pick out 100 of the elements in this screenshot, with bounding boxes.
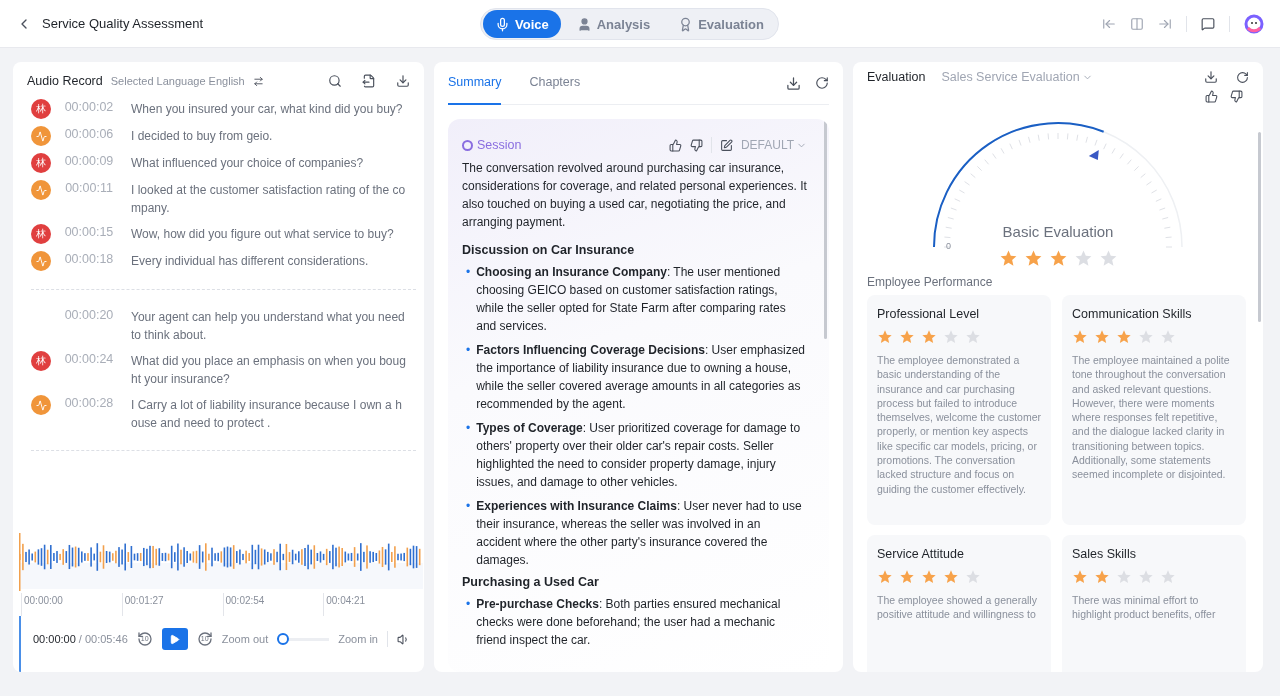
bullet-marker: •: [466, 596, 471, 613]
card-title: Communication Skills: [1072, 307, 1193, 321]
gauge-zero-label: 0: [946, 241, 951, 251]
session-label: Session: [462, 138, 522, 152]
summary-bullet: Types of Coverage: User prioritized coverage for damage to others' property over their older car's repair costs. Seller highlighted the need to consider property damage, injury issues, and damage to other vehicles.: [476, 420, 802, 491]
summary-tab[interactable]: Chapters: [529, 62, 581, 105]
mode-tab[interactable]: Voice: [483, 10, 561, 38]
star-icon: [1094, 329, 1110, 345]
edit-button[interactable]: [719, 138, 733, 152]
star-icon: [943, 569, 959, 585]
refresh-button[interactable]: [1236, 70, 1249, 84]
transcript-text: Wow, how did you figure out what service to buy?: [131, 226, 395, 243]
star-icon: [1073, 249, 1093, 268]
timeline-label: 00:02:54: [222, 593, 324, 616]
pulse-avatar-icon: [31, 251, 51, 271]
refresh-button[interactable]: [815, 76, 829, 90]
search-button[interactable]: [328, 74, 342, 88]
summary-tab[interactable]: Summary: [448, 62, 502, 105]
card-title: Professional Level: [877, 307, 981, 321]
thumbs-down-button[interactable]: [1230, 90, 1243, 103]
star-icon: [877, 329, 893, 345]
timeline-label: 00:00:00: [21, 593, 122, 616]
play-icon: [169, 633, 181, 645]
person-icon: [576, 16, 592, 32]
timestamp: 00:00:20: [63, 308, 115, 322]
microphone-icon: [495, 16, 510, 32]
message-icon[interactable]: [1201, 16, 1215, 31]
transcript-text: Your agent can help you understand what you need to think about.: [131, 309, 406, 344]
transcript-text: What did you place an emphasis on when you bought your insurance?: [131, 353, 407, 388]
summary-bullet: Factors Influencing Coverage Decisions: User emphasized the importance of liability insurance due to owning a house, while the seller covered average amounts in all categories as recommended by the agent.: [476, 342, 806, 413]
transcript-text: Every individual has different considerations.: [131, 253, 370, 270]
card-text: The employee maintained a polite tone throughout the conversation and asked relevant questions. However, there were moments where responses felt repetitive, and the dialogue lacked clarity in transitioning between topics. Additionally, some statements seemed incomplete or disjointed.: [1072, 353, 1231, 482]
bullet-marker: •: [466, 498, 471, 515]
card-text: There was minimal effort to highlight product benefits, offer: [1072, 593, 1217, 622]
mode-tab[interactable]: Evaluation: [666, 10, 776, 38]
evaluation-dropdown[interactable]: Sales Service Evaluation: [941, 70, 1093, 84]
timestamp: 00:00:09: [63, 154, 115, 168]
zoom-out-label: Zoom out: [221, 633, 269, 645]
download-button[interactable]: [396, 74, 410, 88]
pulse-avatar-icon: [31, 180, 51, 200]
volume-button[interactable]: [397, 632, 410, 646]
bullet-marker: •: [466, 264, 471, 281]
zoom-in-label: Zoom in: [338, 633, 378, 645]
star-icon: [1160, 329, 1176, 345]
swap-language-button[interactable]: [252, 75, 264, 87]
pulse-avatar-icon: [31, 126, 51, 146]
star-icon: [943, 329, 959, 345]
transcript-text: I Carry a lot of liability insurance because I own a house and need to protect .: [131, 397, 403, 432]
download-button[interactable]: [1204, 70, 1218, 84]
thumbs-down-button[interactable]: [689, 138, 703, 152]
transcript-text: I decided to buy from geio.: [131, 128, 274, 145]
star-icon: [1160, 569, 1176, 585]
template-dropdown[interactable]: DEFAULT: [740, 138, 807, 152]
card-title: Service Attitude: [877, 547, 965, 561]
star-icon: [1098, 249, 1118, 268]
timestamp: 00:00:28: [63, 396, 115, 410]
export-button[interactable]: [362, 74, 376, 88]
speaker-avatar: 林: [31, 99, 51, 119]
summary-bullet: Pre-purchase Checks: Both parties ensured mechanical checks were done beforehand; the user had a mechanic friend inspect the car.: [476, 596, 782, 649]
transcript-text: What influenced your choice of companies?: [131, 155, 365, 172]
star-icon: [1023, 249, 1043, 268]
language-label: Selected Language English: [110, 75, 245, 87]
gauge-label: Basic Evaluation: [1002, 223, 1114, 240]
mode-tab[interactable]: Analysis: [564, 10, 663, 38]
star-icon: [899, 329, 915, 345]
slider-thumb[interactable]: [277, 633, 290, 645]
total-time: / 00:05:46: [78, 633, 128, 645]
panel-title: Audio Record: [27, 74, 103, 88]
star-icon: [921, 329, 937, 345]
summary-bullet: Choosing an Insurance Company: The user mentioned choosing GEICO based on customer satisfaction ratings, while the seller opted for State Farm after comparing rates and services.: [476, 264, 787, 335]
star-icon: [899, 569, 915, 585]
bullet-marker: •: [466, 342, 471, 359]
star-icon: [921, 569, 937, 585]
star-icon: [1138, 329, 1154, 345]
timestamp: 00:00:02: [63, 100, 115, 114]
pulse-avatar-icon: [31, 395, 51, 415]
star-icon: [1048, 249, 1068, 268]
star-icon: [1116, 329, 1132, 345]
star-icon: [877, 569, 893, 585]
play-button[interactable]: [161, 628, 188, 650]
star-icon: [965, 329, 981, 345]
thumbs-up-button[interactable]: [668, 138, 682, 152]
timestamp: 00:00:15: [63, 225, 115, 239]
timeline-label: 00:04:21: [323, 593, 424, 616]
current-time: 00:00:00: [33, 633, 76, 645]
summary-bullet: Experiences with Insurance Claims: User never had to use their insurance, whereas the seller was involved in an accident where the other party's insurance covered the damages.: [476, 498, 803, 569]
section-heading: Discussion on Car Insurance: [462, 243, 636, 257]
download-button[interactable]: [786, 75, 801, 91]
card-text: The employee showed a generally positive attitude and willingness to: [877, 593, 1038, 622]
section-heading: Purchasing a Used Car: [462, 575, 600, 589]
pointer-icon: [1088, 150, 1099, 160]
section-title: Employee Performance: [867, 275, 994, 289]
thumbs-up-button[interactable]: [1205, 90, 1218, 103]
timestamp: 00:00:11: [64, 181, 114, 195]
speaker-avatar: 林: [31, 153, 51, 173]
star-icon: [1072, 329, 1088, 345]
transcript-text: When you insured your car, what kind did you buy?: [131, 101, 404, 118]
assistant-logo-icon[interactable]: [1244, 13, 1264, 34]
star-icon: [1072, 569, 1088, 585]
star-icon: [998, 249, 1018, 268]
